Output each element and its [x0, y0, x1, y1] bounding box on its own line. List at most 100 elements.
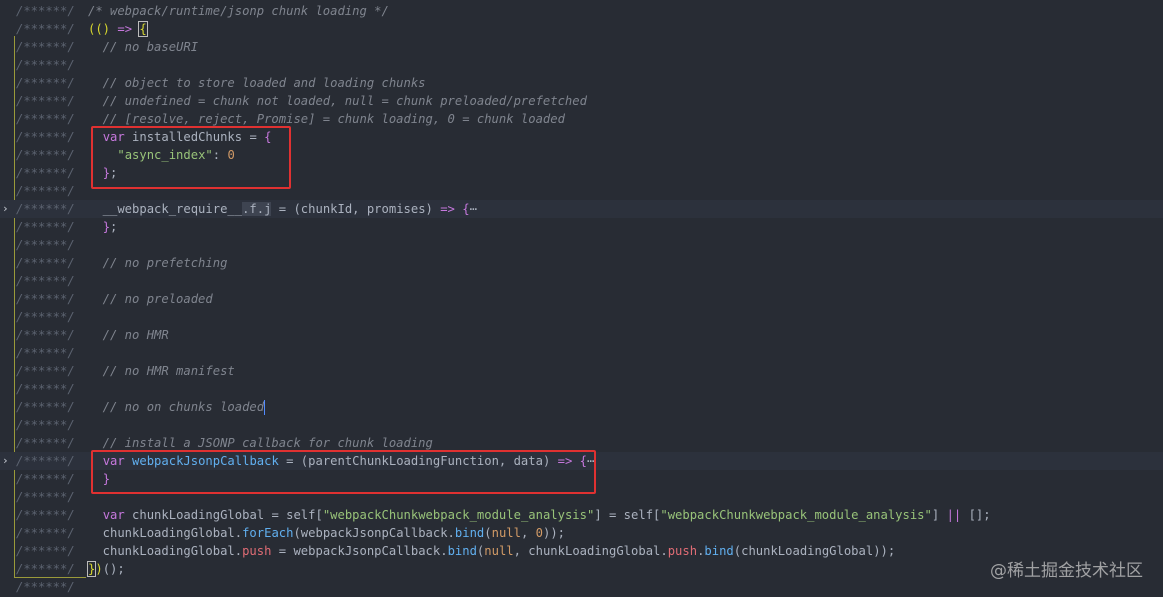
- line-code: // no HMR: [88, 326, 169, 344]
- code-line[interactable]: /******/: [0, 488, 1163, 506]
- line-gutter-marker: /******/: [16, 400, 83, 414]
- code-line[interactable]: /******/ // no HMR: [0, 326, 1163, 344]
- line-code: chunkLoadingGlobal.push = webpackJsonpCa…: [88, 542, 896, 560]
- line-code: })();: [86, 560, 125, 578]
- line-code: };: [88, 218, 118, 236]
- code-token: bind: [447, 544, 477, 558]
- line-gutter-marker: /******/: [16, 148, 83, 162]
- code-line[interactable]: /******/ // no prefetching: [0, 254, 1163, 272]
- code-token: chunkLoadingGlobal.: [88, 526, 243, 540]
- code-token: push: [242, 544, 272, 558]
- code-token: "async_index": [117, 148, 213, 162]
- code-token: bind: [454, 526, 485, 540]
- code-line[interactable]: › /******/ __webpack_require__.f.j = (chu…: [0, 200, 1163, 218]
- code-token: __webpack_require__: [88, 202, 243, 216]
- code-line[interactable]: /******/ var installedChunks = {: [0, 128, 1163, 146]
- code-token: // no preloaded: [88, 292, 213, 306]
- code-line[interactable]: /******/ };: [0, 164, 1163, 182]
- code-line[interactable]: /******/ // object to store loaded and l…: [0, 74, 1163, 92]
- code-token: push: [667, 544, 698, 558]
- code-token: var: [102, 454, 125, 468]
- code-token: bind: [704, 544, 734, 558]
- code-line[interactable]: /******/: [0, 272, 1163, 290]
- code-line[interactable]: /******/ // no preloaded: [0, 290, 1163, 308]
- code-line[interactable]: /******/: [0, 308, 1163, 326]
- line-gutter-marker: /******/: [16, 292, 83, 306]
- code-token: webpackJsonpCallback: [132, 454, 279, 468]
- line-code: var installedChunks = {: [88, 128, 272, 146]
- line-code: (() => {: [88, 20, 148, 38]
- line-code: // undefined = chunk not loaded, null = …: [88, 92, 587, 110]
- code-token: {: [579, 454, 587, 468]
- code-line[interactable]: /******/ // no on chunks loaded: [0, 398, 1163, 416]
- code-token: // no baseURI: [88, 40, 199, 54]
- code-line[interactable]: /******/: [0, 380, 1163, 398]
- code-token: ] = self[: [594, 508, 661, 522]
- line-code: // [resolve, reject, Promise] = chunk lo…: [88, 110, 565, 128]
- code-token: ((): [88, 22, 118, 36]
- code-line[interactable]: /******/ "async_index": 0: [0, 146, 1163, 164]
- code-line[interactable]: /******/ };: [0, 218, 1163, 236]
- code-token: chunkLoadingGlobal = self[: [124, 508, 323, 522]
- code-line[interactable]: /******/: [0, 416, 1163, 434]
- fold-chevron-icon[interactable]: ›: [2, 200, 10, 218]
- code-line[interactable]: /******/: [0, 56, 1163, 74]
- code-token: ;: [110, 220, 118, 234]
- line-gutter-marker: /******/: [16, 382, 83, 396]
- code-token: =>: [557, 454, 573, 468]
- line-code: // no on chunks loaded: [88, 398, 266, 416]
- code-token: // object to store loaded and loading ch…: [88, 76, 426, 90]
- code-token: =>: [440, 202, 455, 216]
- line-code: // object to store loaded and loading ch…: [88, 74, 426, 92]
- code-token: {: [462, 202, 470, 216]
- line-code: chunkLoadingGlobal.forEach(webpackJsonpC…: [88, 524, 565, 542]
- code-line[interactable]: /******/ (() => {: [0, 20, 1163, 38]
- folded-ellipsis-icon[interactable]: ⋯: [470, 202, 477, 216]
- line-gutter-marker: /******/: [16, 4, 83, 18]
- folded-ellipsis-icon[interactable]: ⋯: [587, 454, 594, 468]
- line-gutter-marker: /******/: [16, 166, 83, 180]
- fold-chevron-icon[interactable]: ›: [2, 452, 10, 470]
- code-line[interactable]: › /******/ var webpackJsonpCallback = (pa…: [0, 452, 1163, 470]
- line-code: __webpack_require__.f.j = (chunkId, prom…: [88, 200, 477, 218]
- line-gutter-marker: /******/: [16, 328, 83, 342]
- code-line[interactable]: /******/ // no baseURI: [0, 38, 1163, 56]
- code-line[interactable]: /******/: [0, 344, 1163, 362]
- code-line[interactable]: /******/ // install a JSONP callback for…: [0, 434, 1163, 452]
- code-token: ();: [102, 562, 125, 576]
- line-gutter-marker: /******/: [16, 364, 83, 378]
- code-line[interactable]: /******/ })();: [0, 560, 1163, 578]
- code-line[interactable]: /******/: [0, 236, 1163, 254]
- code-token: (: [484, 526, 492, 540]
- line-gutter-marker: /******/: [16, 76, 83, 90]
- code-token: (webpackJsonpCallback.: [293, 526, 455, 540]
- code-line[interactable]: /******/ chunkLoadingGlobal.push = webpa…: [0, 542, 1163, 560]
- code-token: var: [102, 130, 125, 144]
- code-line[interactable]: /******/ }: [0, 470, 1163, 488]
- line-gutter-marker: /******/: [16, 526, 83, 540]
- code-token: ;: [110, 166, 118, 180]
- code-token: {: [138, 21, 148, 37]
- code-token: [];: [961, 508, 991, 522]
- code-line[interactable]: /******/ // undefined = chunk not loaded…: [0, 92, 1163, 110]
- code-line[interactable]: /******/: [0, 578, 1163, 596]
- code-token: ,: [520, 526, 536, 540]
- line-code: var chunkLoadingGlobal = self["webpackCh…: [88, 506, 991, 524]
- code-line[interactable]: /******/ // no HMR manifest: [0, 362, 1163, 380]
- line-code: }: [88, 470, 110, 488]
- code-line[interactable]: /******/ chunkLoadingGlobal.forEach(webp…: [0, 524, 1163, 542]
- code-line[interactable]: /******/ // [resolve, reject, Promise] =…: [0, 110, 1163, 128]
- code-token: :: [212, 148, 228, 162]
- code-line[interactable]: /******/ var chunkLoadingGlobal = self["…: [0, 506, 1163, 524]
- code-line[interactable]: /******/: [0, 182, 1163, 200]
- line-code: // no baseURI: [88, 38, 198, 56]
- code-token: }: [102, 472, 111, 486]
- code-token: chunkLoadingGlobal.: [88, 544, 243, 558]
- code-editor[interactable]: /******/ /* webpack/runtime/jsonp chunk …: [0, 0, 1163, 597]
- code-line[interactable]: /******/ /* webpack/runtime/jsonp chunk …: [0, 2, 1163, 20]
